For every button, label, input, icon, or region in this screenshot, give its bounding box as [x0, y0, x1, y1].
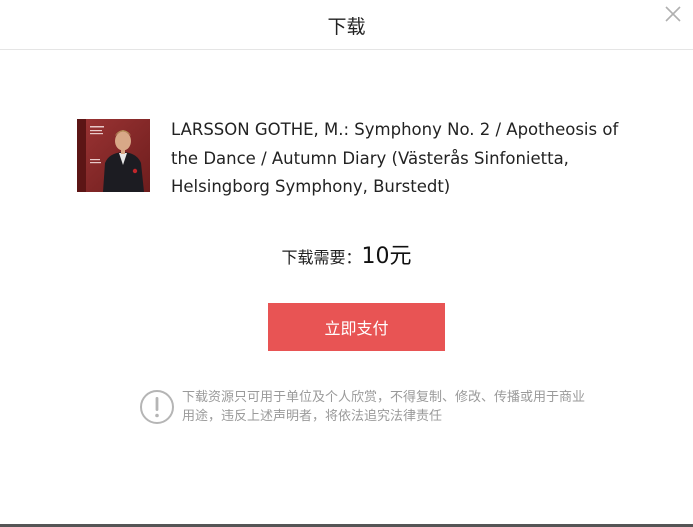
pay-now-button[interactable]: 立即支付: [268, 303, 445, 351]
exclamation-circle-icon: [139, 389, 175, 425]
album-cover-image: [77, 119, 150, 192]
notice-text: 下载资源只可用于单位及个人欣赏，不得复制、修改、传播或用于商业用途，违反上述声明…: [182, 390, 586, 424]
close-icon[interactable]: [663, 4, 683, 24]
price-label: 下载需要：: [281, 248, 362, 267]
dialog-title: 下载: [327, 16, 366, 38]
download-dialog: 下载 LARSSON GOTHE, M.: Symphony No. 2 / A…: [0, 0, 693, 527]
album-title: LARSSON GOTHE, M.: Symphony No. 2 / Apot…: [171, 120, 619, 196]
price-row: 下载需要：10元: [0, 238, 693, 270]
dialog-header: 下载: [0, 0, 693, 50]
price-value: 10元: [361, 244, 412, 269]
